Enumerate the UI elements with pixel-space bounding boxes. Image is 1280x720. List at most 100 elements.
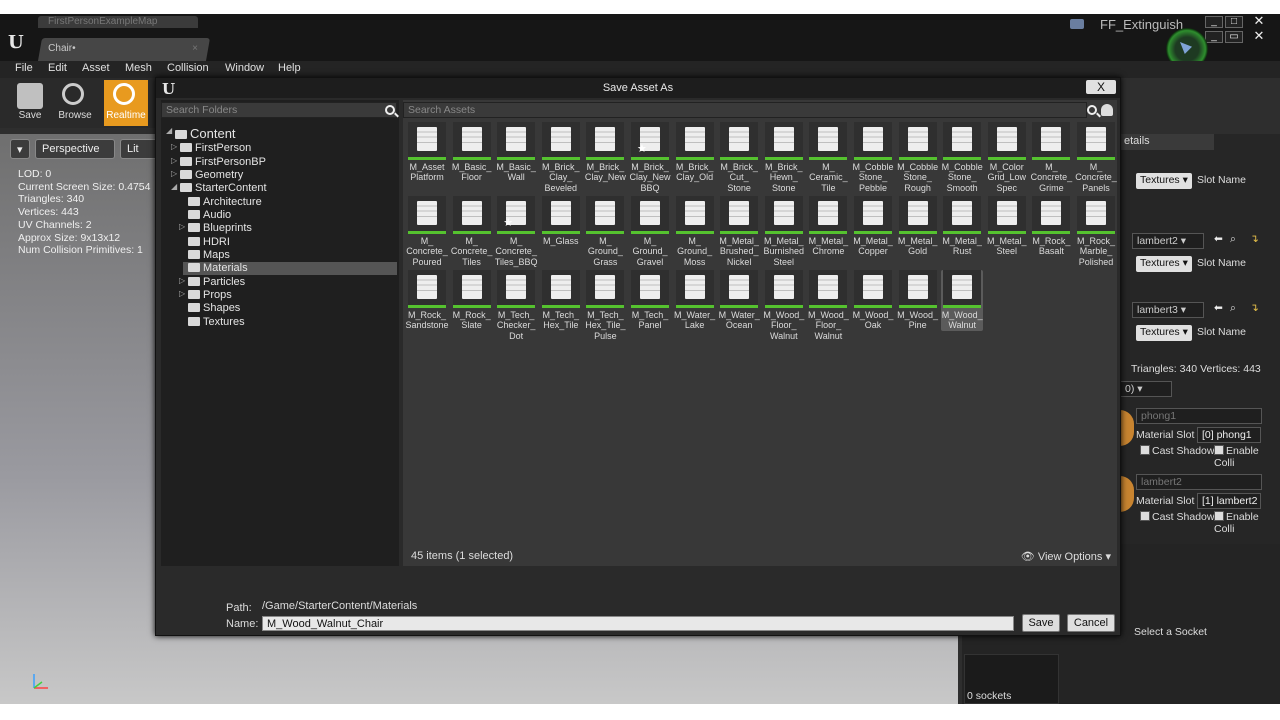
asset-tile[interactable]: M_Water_ Ocean <box>718 270 760 331</box>
lambert2-slot-dropdown[interactable]: lambert2 <box>1136 474 1262 490</box>
asset-tile[interactable]: M_Metal_ Steel <box>986 196 1028 257</box>
save-toolbar-button[interactable]: Save <box>8 80 52 126</box>
arrow-left-icon-2[interactable]: ⬅ <box>1214 302 1223 314</box>
perspective-button[interactable]: Perspective <box>35 139 115 159</box>
menu-mesh[interactable]: Mesh <box>125 62 152 74</box>
asset-tile[interactable]: M_Tech_ Checker_ Dot <box>495 270 537 341</box>
asset-tile[interactable]: M_Tech_ Hex_Tile <box>540 270 582 331</box>
asset-tile[interactable]: M_Metal_ Brushed_ Nickel <box>718 196 760 267</box>
asset-tile[interactable]: M_Tech_ Panel <box>629 270 671 331</box>
tree-geometry[interactable]: ▷ Geometry <box>171 169 243 182</box>
asset-tile[interactable]: M_Glass <box>540 196 582 246</box>
asset-tile[interactable]: M_ Concrete_ Grime <box>1030 122 1072 193</box>
asset-tile[interactable]: M_Metal_ Burnished Steel <box>763 196 805 267</box>
material-slot-dropdown-2[interactable]: [1] lambert2 <box>1197 493 1261 509</box>
asset-tile[interactable]: M_Cobble Stone_ Smooth <box>941 122 983 193</box>
sockets-list[interactable]: 0 sockets <box>964 654 1059 704</box>
asset-tile[interactable]: ★ M_ Concrete_ Tiles_BBQ <box>495 196 538 267</box>
reset-icon-2[interactable]: ↴ <box>1250 302 1259 314</box>
menu-file[interactable]: File <box>15 62 33 74</box>
tree-blueprints[interactable]: ▷ Blueprints <box>179 222 252 235</box>
close-window-button[interactable]: ✕ <box>1250 14 1268 28</box>
asset-tile[interactable]: M_Rock_ Basalt <box>1030 196 1072 257</box>
menu-collision[interactable]: Collision <box>167 62 209 74</box>
asset-tile[interactable]: M_ Ceramic_ Tile <box>807 122 849 193</box>
tree-first-person[interactable]: ▷ FirstPerson <box>171 142 251 155</box>
asset-tile[interactable]: M_ Ground_ Gravel <box>629 196 671 267</box>
tree-maps[interactable]: Maps <box>188 249 230 262</box>
asset-tile[interactable]: M_ Ground_ Grass <box>584 196 626 267</box>
asset-tile[interactable]: ★ M_Brick_ Clay_New BBQ <box>629 122 671 193</box>
search-folders-input[interactable]: Search Folders <box>161 102 397 118</box>
menu-edit[interactable]: Edit <box>48 62 67 74</box>
material-slot-dropdown-1[interactable]: [0] phong1 <box>1197 427 1261 443</box>
asset-tile[interactable]: M_Brick_ Clay_New <box>584 122 626 183</box>
asset-tile[interactable]: M_Rock_ Marble_ Polished <box>1075 196 1117 267</box>
menu-help[interactable]: Help <box>278 62 301 74</box>
asset-tile[interactable]: M_ Concrete_ Tiles <box>451 196 493 267</box>
asset-tile[interactable]: M_Rock_ Slate <box>451 270 493 331</box>
browse-toolbar-button[interactable]: Browse <box>53 80 97 126</box>
asset-name-field[interactable] <box>262 616 1014 631</box>
dialog-close-button[interactable]: X <box>1086 80 1116 94</box>
cast-shadow-2[interactable]: Cast Shadow <box>1140 511 1214 523</box>
asset-tile[interactable]: M_Wood_ Floor_ Walnut <box>763 270 805 341</box>
tab-chair[interactable]: Chair• × <box>37 38 211 61</box>
menu-asset[interactable]: Asset <box>82 62 110 74</box>
asset-tile[interactable]: M_Brick_ Hewn_ Stone <box>763 122 805 193</box>
tree-audio[interactable]: Audio <box>188 209 231 222</box>
textures-dropdown-2[interactable]: Textures ▾ <box>1136 256 1192 272</box>
lambert3-dropdown[interactable]: lambert3 ▾ <box>1132 302 1204 318</box>
tree-shapes[interactable]: Shapes <box>188 302 240 315</box>
lod-dropdown[interactable]: 0) ▾ <box>1120 381 1172 397</box>
asset-tile[interactable]: M_Water_ Lake <box>674 270 716 331</box>
asset-tile[interactable]: M_Metal_ Gold <box>897 196 939 257</box>
asset-tile[interactable]: M_Tech_ Hex_Tile_ Pulse <box>584 270 626 341</box>
tree-content[interactable]: ◢ Content <box>166 126 236 141</box>
minimize-inner-button[interactable]: _ <box>1205 31 1223 43</box>
close-inner-button[interactable]: ✕ <box>1250 29 1268 43</box>
asset-tile[interactable]: M_Cobble Stone_ Rough <box>897 122 939 193</box>
textures-dropdown-1[interactable]: Textures ▾ <box>1136 173 1192 189</box>
asset-tile[interactable]: M_ Ground_ Moss <box>674 196 716 267</box>
tree-particles[interactable]: ▷ Particles <box>179 276 245 289</box>
tree-first-person-bp[interactable]: ▷ FirstPersonBP <box>171 156 266 169</box>
asset-tile[interactable]: M_Wood_ Oak <box>852 270 894 331</box>
tree-materials[interactable]: Materials <box>183 262 397 275</box>
restore-inner-button[interactable]: ▭ <box>1225 31 1243 43</box>
asset-tile[interactable]: M_Color Grid_Low Spec <box>986 122 1028 193</box>
close-tab-icon[interactable]: × <box>192 43 198 54</box>
browse-asset-icon[interactable]: ⌕ <box>1230 233 1236 246</box>
asset-tile[interactable]: M_Wood_ Pine <box>897 270 939 331</box>
asset-tile[interactable]: M_Brick_ Clay_Old <box>674 122 716 183</box>
tree-architecture[interactable]: Architecture <box>188 196 262 209</box>
cast-shadow-1[interactable]: Cast Shadow <box>1140 445 1214 457</box>
filter-user-icon[interactable] <box>1101 104 1113 116</box>
view-options-button[interactable]: 👁 View Options ▾ <box>1021 550 1111 563</box>
menu-window[interactable]: Window <box>225 62 264 74</box>
enable-collision-1[interactable]: Enable Colli <box>1214 445 1280 469</box>
asset-tile[interactable]: M_Metal_ Rust <box>941 196 983 257</box>
asset-tile[interactable]: M_Rock_ Sandstone <box>405 270 449 331</box>
textures-dropdown-3[interactable]: Textures ▾ <box>1136 325 1192 341</box>
asset-tile[interactable]: M_Cobble Stone_ Pebble <box>852 122 894 193</box>
lambert2-dropdown[interactable]: lambert2 ▾ <box>1132 233 1204 249</box>
asset-tile[interactable]: M_ Concrete_ Panels <box>1075 122 1117 193</box>
realtime-toolbar-button[interactable]: Realtime <box>104 80 148 126</box>
browse-asset-icon-2[interactable]: ⌕ <box>1230 302 1236 315</box>
cancel-button[interactable]: Cancel <box>1067 614 1115 632</box>
tree-starter-content[interactable]: ◢ StarterContent <box>171 182 267 195</box>
asset-tile[interactable]: M_Asset Platform <box>406 122 448 183</box>
asset-tile[interactable]: M_Metal_ Copper <box>852 196 894 257</box>
search-assets-input[interactable]: Search Assets <box>403 102 1087 118</box>
asset-tile[interactable]: M_ Concrete_ Poured <box>406 196 448 267</box>
asset-tile[interactable]: M_Brick_ Clay_ Beveled <box>540 122 582 193</box>
asset-tile[interactable]: M_Basic_ Wall <box>495 122 537 183</box>
tab-map[interactable]: FirstPersonExampleMap <box>38 16 198 28</box>
asset-tile[interactable]: M_Wood_ Floor_ Walnut <box>807 270 849 341</box>
save-button[interactable]: Save <box>1022 614 1060 632</box>
details-tab[interactable]: etails <box>1120 134 1214 150</box>
minimize-button[interactable]: _ <box>1205 16 1223 28</box>
asset-tile[interactable]: M_Wood_ Walnut <box>941 270 984 331</box>
asset-tile[interactable]: M_Basic_ Floor <box>451 122 493 183</box>
